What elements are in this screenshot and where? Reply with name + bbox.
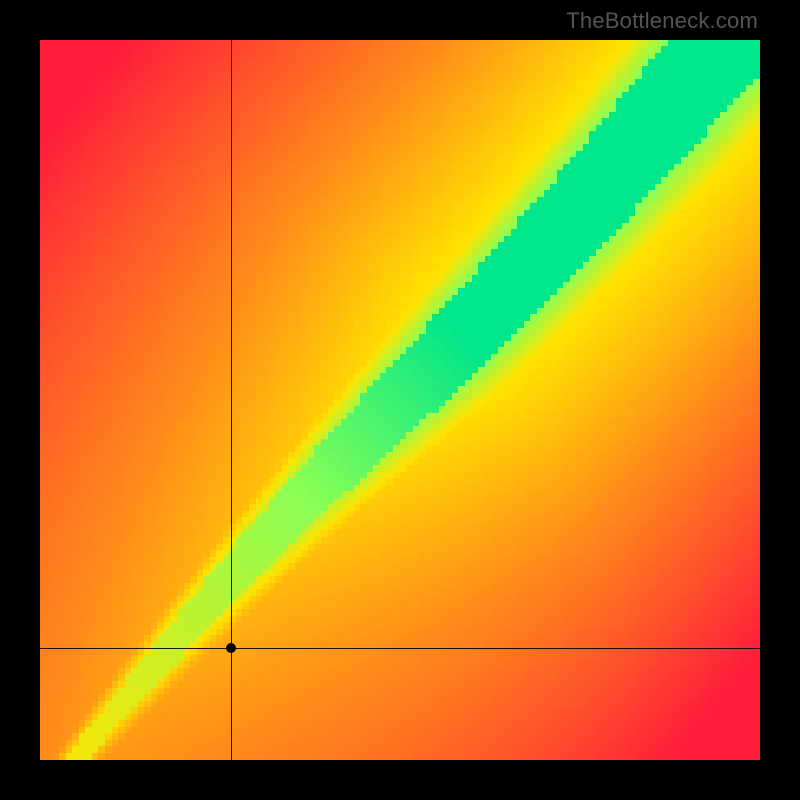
chart-frame: TheBottleneck.com [0,0,800,800]
watermark-text: TheBottleneck.com [566,8,758,34]
bottleneck-heatmap [40,40,760,760]
